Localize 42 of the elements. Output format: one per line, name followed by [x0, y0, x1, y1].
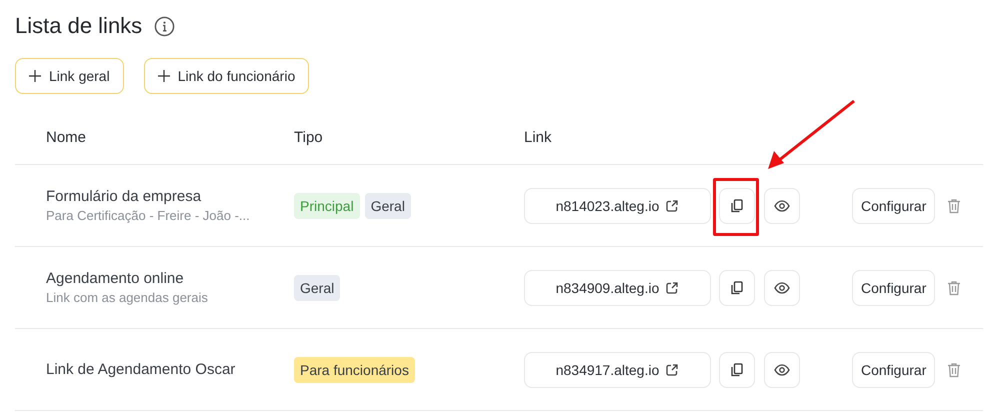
external-link-icon [665, 280, 680, 294]
delete-icon[interactable] [946, 362, 962, 378]
external-link-icon [665, 362, 680, 376]
add-link-button[interactable]: Link geral [15, 58, 124, 94]
configure-button[interactable]: Configurar [852, 352, 936, 388]
external-link-icon [665, 198, 680, 212]
copy-button[interactable] [719, 352, 755, 388]
link-name: Agendamento online [46, 270, 185, 287]
link-description: Link com as agendas gerais [46, 290, 209, 305]
type-tag: Geral [364, 192, 411, 218]
column-header: Tipo [294, 129, 323, 146]
copy-icon [729, 198, 745, 214]
column-header: Nome [46, 129, 86, 146]
plus-icon [29, 70, 41, 82]
preview-button[interactable] [764, 270, 800, 306]
column-header: Link [524, 129, 552, 146]
link-button[interactable]: n814023.alteg.io [524, 188, 711, 224]
preview-button[interactable] [764, 188, 800, 224]
type-tag: Principal [294, 192, 360, 218]
info-icon[interactable] [154, 16, 176, 36]
preview-button[interactable] [764, 352, 800, 388]
eye-icon [774, 362, 790, 378]
configure-button[interactable]: Configurar [852, 270, 936, 306]
link-name: Formulário da empresa [46, 188, 202, 205]
plus-icon [158, 70, 170, 82]
configure-button[interactable]: Configurar [852, 188, 936, 224]
eye-icon [774, 198, 790, 214]
add-link-button[interactable]: Link do funcionário [144, 58, 310, 94]
copy-button[interactable] [719, 188, 755, 224]
copy-button[interactable] [719, 270, 755, 306]
link-button[interactable]: n834917.alteg.io [524, 352, 711, 388]
type-tag: Para funcionários [294, 356, 415, 382]
link-button[interactable]: n834909.alteg.io [524, 270, 711, 306]
delete-icon[interactable] [946, 198, 962, 214]
delete-icon[interactable] [946, 280, 962, 296]
link-name: Link de Agendamento Oscar [46, 361, 236, 378]
eye-icon [774, 280, 790, 296]
link-description: Para Certificação - Freire - João -... [46, 208, 251, 223]
copy-icon [729, 362, 745, 378]
copy-icon [729, 280, 745, 296]
type-tag: Geral [294, 274, 340, 300]
page-title: Lista de links [15, 13, 142, 39]
